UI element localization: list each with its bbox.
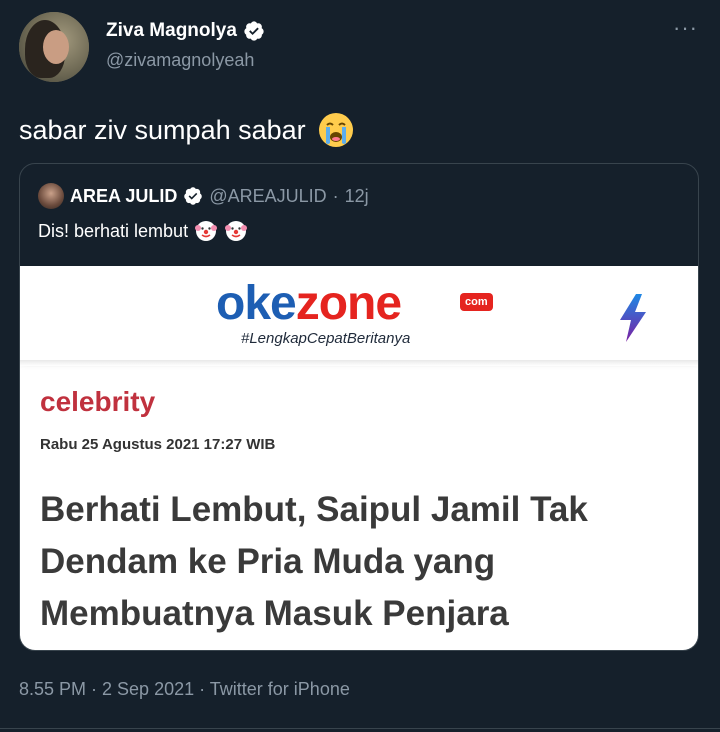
article-headline: Berhati Lembut, Saipul Jamil Tak Dendam … bbox=[40, 490, 588, 633]
okezone-logo-text: okezone bbox=[216, 277, 402, 330]
quoted-time: 12j bbox=[344, 185, 369, 206]
okezone-tagline: #LengkapCepatBeritanya bbox=[241, 330, 411, 347]
clown-face-icon bbox=[195, 221, 218, 241]
author-avatar[interactable] bbox=[19, 12, 89, 82]
article-category: celebrity bbox=[40, 386, 156, 417]
okezone-com-badge: com bbox=[460, 293, 493, 311]
author-name-row[interactable]: Ziva Magnolya bbox=[106, 20, 265, 42]
okezone-logo: okezone bbox=[216, 277, 402, 330]
lightning-bolt-icon bbox=[620, 294, 646, 342]
author-handle[interactable]: @zivamagnolyeah bbox=[106, 50, 254, 71]
verified-badge-icon bbox=[244, 21, 264, 41]
article-screenshot-image[interactable]: okezone com #LengkapCepatBeritanya celeb… bbox=[20, 266, 698, 650]
more-options-icon[interactable]: ··· bbox=[673, 17, 698, 39]
okezone-header: okezone com #LengkapCepatBeritanya bbox=[20, 266, 698, 360]
tweet-body: sabar ziv sumpah sabar bbox=[19, 114, 306, 145]
quoted-separator: · bbox=[332, 185, 339, 206]
avatar-face bbox=[43, 30, 69, 64]
tweet-meta[interactable]: 8.55 PM · 2 Sep 2021 · Twitter for iPhon… bbox=[19, 679, 350, 700]
clown-face-icon bbox=[225, 221, 248, 241]
quoted-handle: @AREAJULID bbox=[209, 185, 327, 206]
quoted-body: Dis! berhati lembut bbox=[38, 220, 189, 241]
quoted-tweet-header: AREA JULID @AREAJULID · 12j bbox=[38, 183, 369, 209]
verified-badge-icon bbox=[184, 187, 203, 205]
header-divider bbox=[20, 360, 698, 366]
article-date: Rabu 25 Agustus 2021 17:27 WIB bbox=[40, 436, 276, 453]
quoted-author-avatar bbox=[38, 183, 64, 209]
quoted-tweet-text: Dis! berhati lembut bbox=[38, 219, 248, 243]
bottom-divider bbox=[0, 728, 720, 729]
quoted-display-name: AREA JULID bbox=[70, 185, 178, 206]
crying-face-icon bbox=[318, 113, 353, 147]
quoted-tweet-card[interactable]: AREA JULID @AREAJULID · 12j Dis! berhati… bbox=[19, 163, 699, 651]
tweet-text: sabar ziv sumpah sabar bbox=[19, 110, 356, 150]
author-display-name[interactable]: Ziva Magnolya bbox=[106, 20, 237, 42]
